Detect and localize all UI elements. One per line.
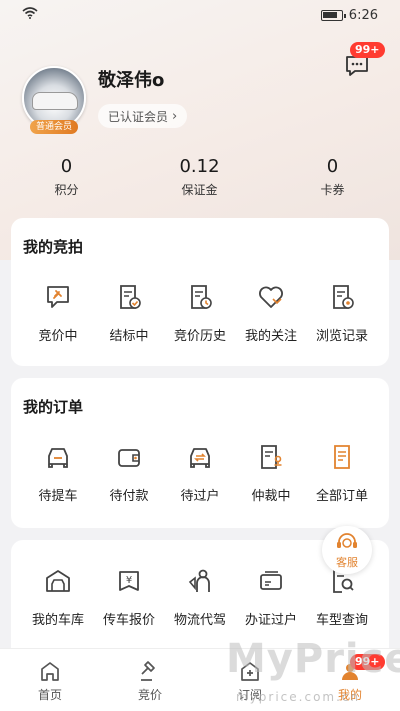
svg-text:¥: ¥: [126, 575, 132, 586]
tab-label: 订阅: [237, 688, 262, 702]
profile-tab-badge: 99+: [350, 654, 385, 670]
document-eye-icon: [333, 285, 354, 309]
item-label: 浏览记录: [315, 329, 368, 344]
document-check-icon: [120, 285, 141, 309]
document-clock-icon: [191, 285, 212, 309]
auction-favorites[interactable]: 我的关注: [236, 282, 306, 344]
garage-icon: [46, 570, 70, 592]
service-my-garage[interactable]: 我的车库: [23, 566, 93, 628]
order-all[interactable]: 全部订单: [307, 442, 377, 504]
item-label: 待过户: [180, 489, 220, 504]
item-label: 全部订单: [315, 489, 368, 504]
stats-row: 0 积分 0.12 保证金 0 卡券: [0, 156, 400, 198]
tab-subscribe[interactable]: 订阅: [200, 649, 300, 711]
service-license-transfer[interactable]: 办证过户: [236, 566, 306, 628]
item-label: 待付款: [109, 489, 149, 504]
item-label: 我的关注: [244, 329, 297, 344]
tab-home[interactable]: 首页: [0, 649, 100, 711]
stat-value: 0: [60, 156, 73, 177]
tab-bidding[interactable]: 竞价: [100, 649, 200, 711]
my-orders-card: 我的订单 待提车 待付款 待过户 仲裁中 全部订单: [11, 378, 389, 528]
home-icon: [41, 662, 59, 681]
stat-label: 保证金: [181, 183, 218, 197]
bottom-tab-bar: 首页 竞价 订阅 99+ 我的: [0, 648, 400, 711]
order-pending-transfer[interactable]: 待过户: [165, 442, 235, 504]
tab-label: 我的: [337, 688, 362, 702]
item-label: 结标中: [109, 329, 149, 344]
car-transfer-icon: [190, 448, 210, 468]
status-bar: 6:26: [0, 0, 400, 30]
stat-deposit[interactable]: 0.12 保证金: [133, 156, 266, 198]
tab-label: 首页: [37, 688, 62, 702]
auction-bidding[interactable]: 竞价中: [23, 282, 93, 344]
item-label: 办证过户: [244, 613, 297, 628]
order-pending-payment[interactable]: 待付款: [94, 442, 164, 504]
stat-value: 0.12: [179, 156, 220, 177]
order-pending-pickup[interactable]: 待提车: [23, 442, 93, 504]
documents-icon: [334, 445, 350, 469]
headset-icon: [337, 532, 357, 548]
wifi-icon: [22, 7, 38, 23]
item-label: 待提车: [38, 489, 78, 504]
document-stamp-icon: [261, 445, 282, 469]
customer-service-button[interactable]: 客服: [322, 526, 372, 574]
item-label: 我的车库: [31, 613, 84, 628]
stat-label: 卡券: [320, 183, 345, 197]
stat-points[interactable]: 0 积分: [0, 156, 133, 198]
service-price-quote[interactable]: ¥ 传车报价: [94, 566, 164, 628]
auction-browse-history[interactable]: 浏览记录: [307, 282, 377, 344]
service-model-search[interactable]: 车型查询: [307, 566, 377, 628]
my-auction-title: 我的竞拍: [23, 238, 84, 256]
message-button[interactable]: 99+: [340, 42, 385, 82]
driver-icon: [188, 569, 210, 592]
customer-service-label: 客服: [336, 555, 358, 569]
item-label: 仲裁中: [251, 489, 291, 504]
gavel-icon: [141, 661, 155, 681]
item-label: 车型查询: [315, 613, 368, 628]
chevron-right-icon: ›: [172, 108, 178, 124]
stat-value: 0: [326, 156, 339, 177]
order-arbitration[interactable]: 仲裁中: [236, 442, 306, 504]
car-front-icon: [48, 448, 68, 468]
stat-label: 积分: [54, 183, 79, 197]
item-label: 竞价中: [38, 329, 78, 344]
heart-icon: [259, 286, 283, 308]
auction-history[interactable]: 竞价历史: [165, 282, 235, 344]
subscribe-icon: [241, 662, 259, 681]
member-level-tag: 普通会员: [30, 120, 78, 134]
battery-icon: [320, 9, 346, 21]
status-time: 6:26: [348, 7, 378, 23]
message-badge: 99+: [350, 42, 385, 58]
tab-profile[interactable]: 99+ 我的: [300, 649, 400, 711]
service-logistics-driver[interactable]: 物流代驾: [165, 566, 235, 628]
card-icon: [260, 571, 282, 590]
my-auction-card: 我的竞拍 竞价中 结标中 竞价历史 我的关注 浏览记录: [11, 218, 389, 366]
tab-label: 竞价: [137, 688, 162, 702]
wallet-icon: [118, 449, 140, 467]
member-status-button[interactable]: 已认证会员 ›: [98, 104, 188, 128]
avatar-car-image: [32, 92, 78, 110]
item-label: 物流代驾: [173, 613, 226, 628]
item-label: 竞价历史: [173, 329, 226, 344]
stat-coupons[interactable]: 0 卡券: [266, 156, 399, 198]
member-status-label: 已认证会员: [108, 109, 169, 124]
price-tag-icon: ¥: [119, 571, 139, 591]
hammer-chat-icon: [47, 286, 69, 308]
auction-closing[interactable]: 结标中: [94, 282, 164, 344]
username: 敬泽伟o: [98, 70, 165, 91]
item-label: 传车报价: [102, 613, 155, 628]
my-orders-title: 我的订单: [23, 398, 84, 416]
